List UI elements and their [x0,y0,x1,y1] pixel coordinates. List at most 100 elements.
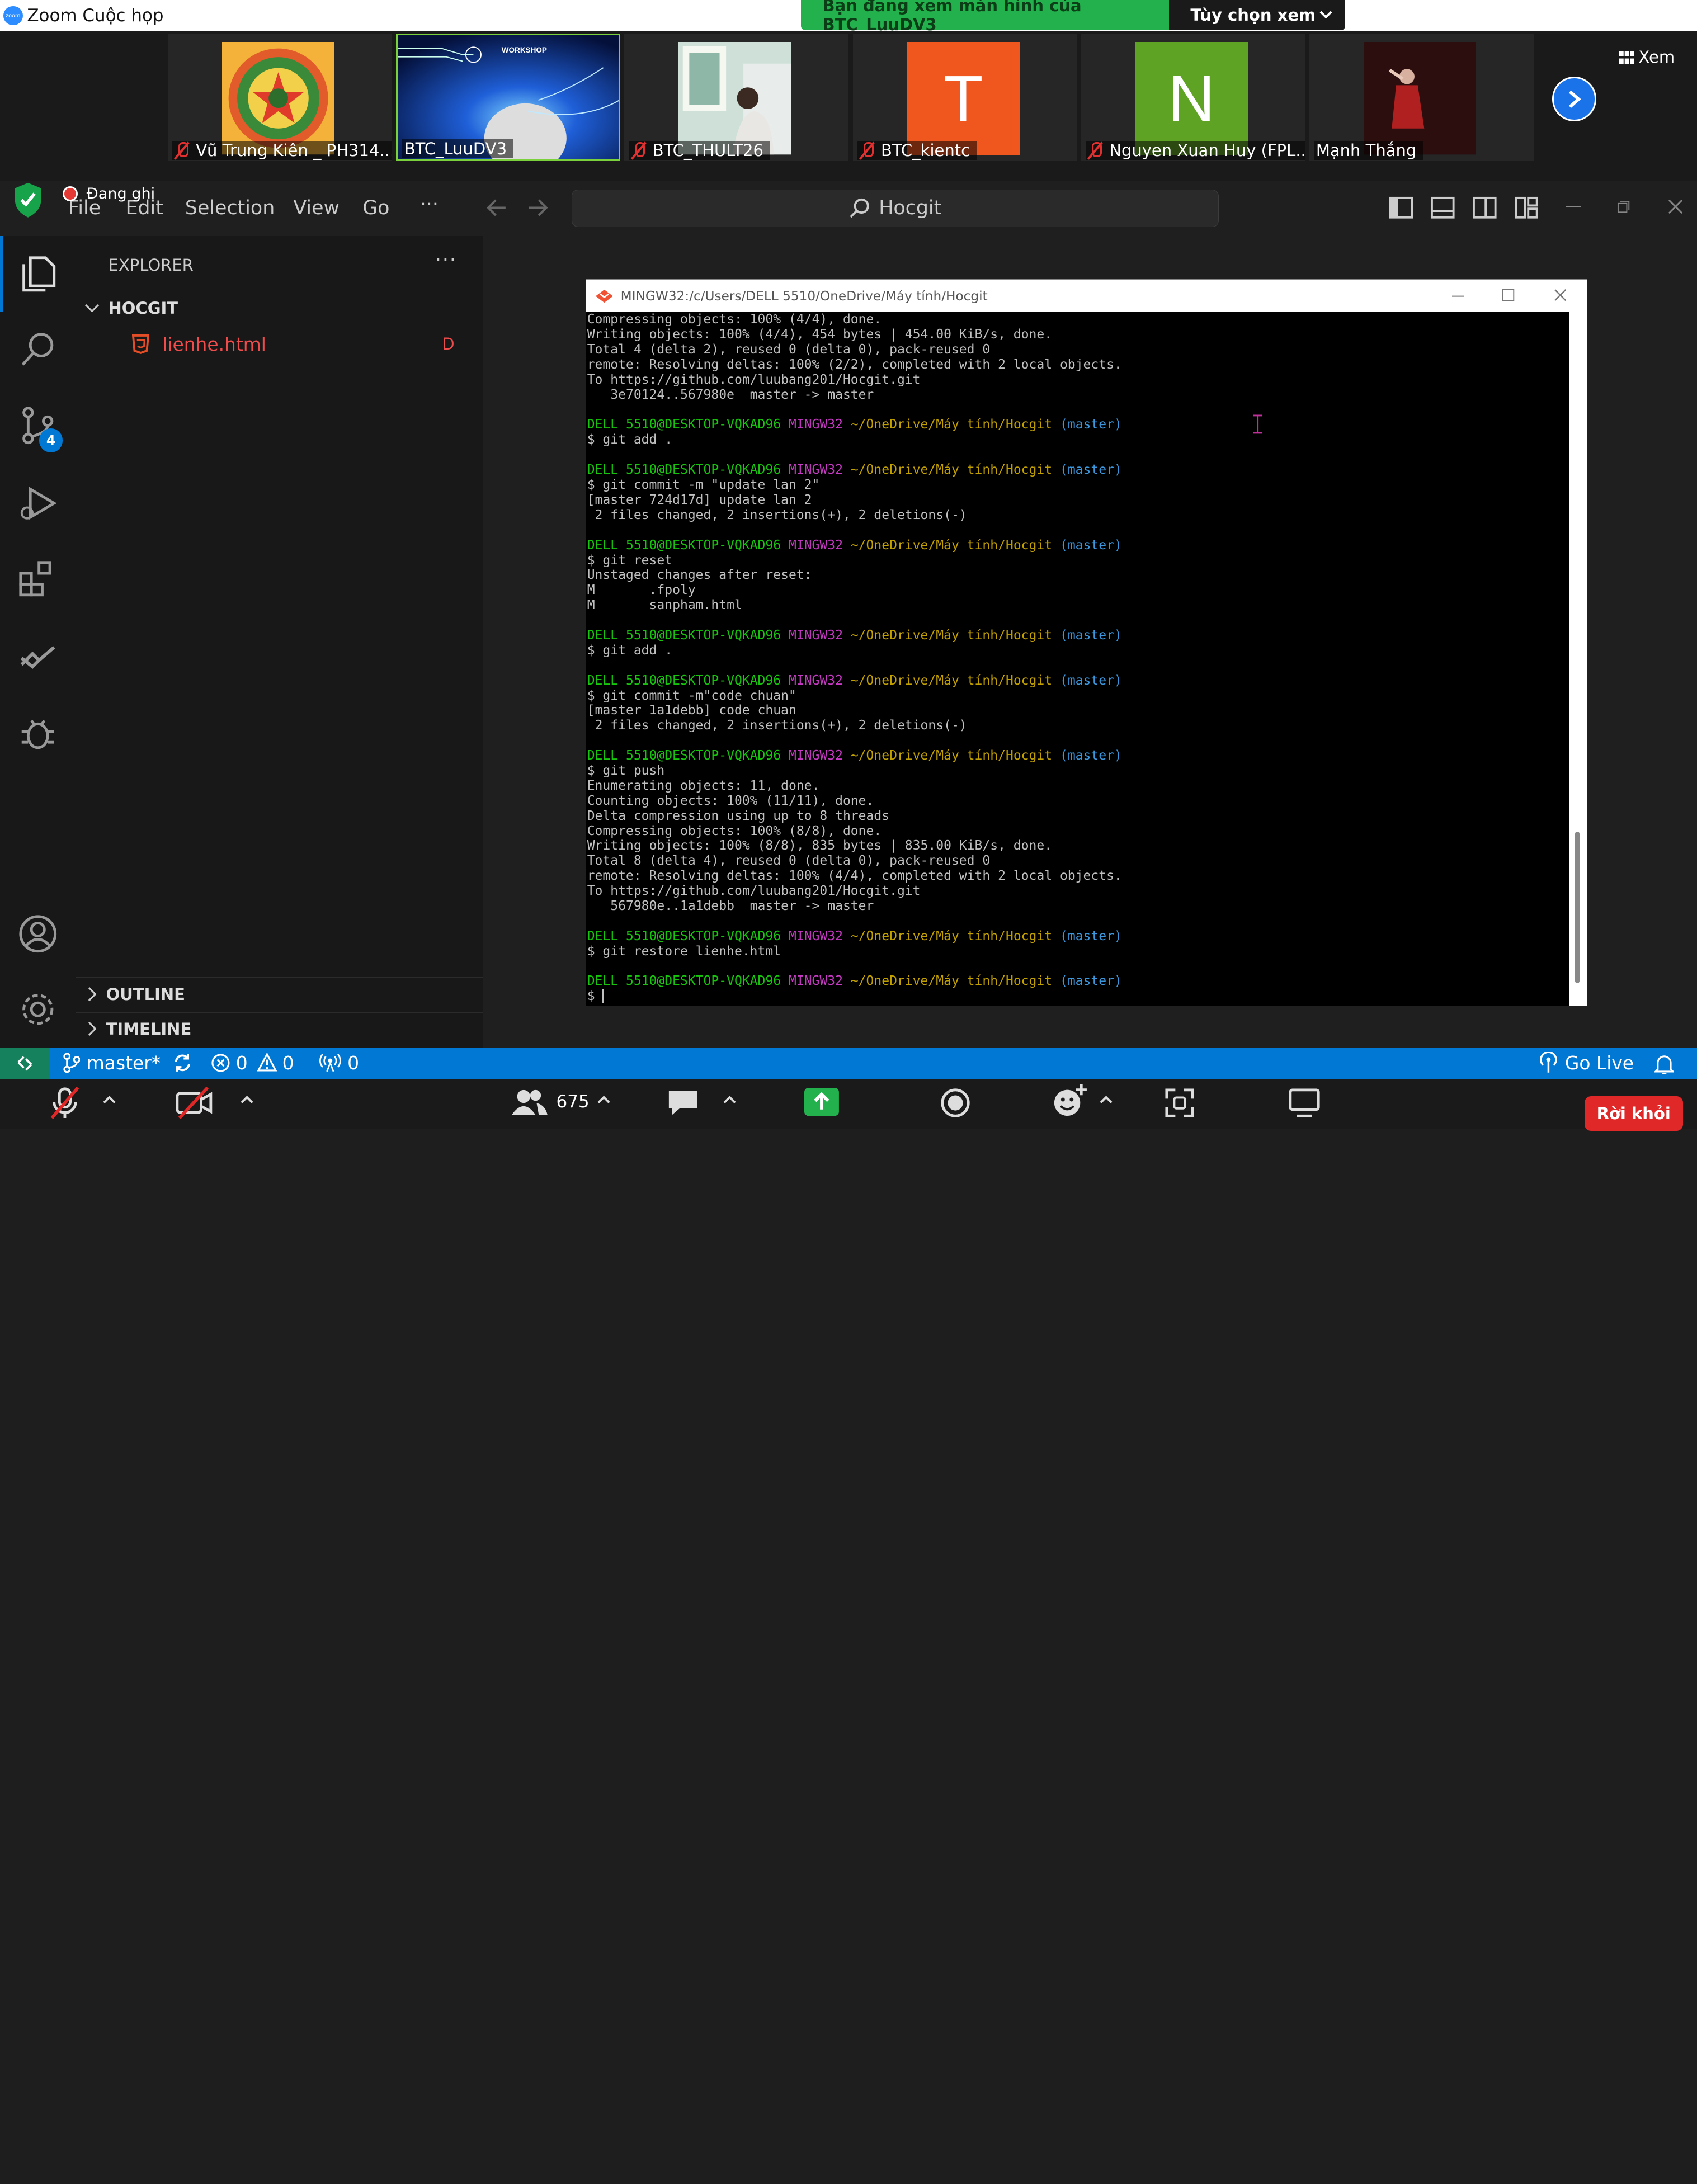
participant-tile[interactable]: Mạnh Thắng [1309,33,1534,162]
prompt-path: ~/OneDrive/Máy tính/Hocgit [842,628,1053,643]
chat-icon[interactable] [667,1088,699,1118]
terminal-prompt-line: DELL 5510@DESKTOP-VQKAD96 MINGW32 ~/OneD… [587,673,1569,688]
participant-gallery: Vũ Trung Kiên _ PH314... WORKSHOP BTC_Lu… [0,31,1697,181]
mic-muted-icon[interactable] [48,1086,82,1120]
explorer-files-icon[interactable] [17,253,59,295]
view-options-label: Tùy chọn xem [1190,6,1316,25]
maximize-icon[interactable] [1502,289,1515,301]
command-center-search[interactable]: Hocgit [571,189,1219,228]
zoom-logo-icon: zoom [3,6,23,26]
mingw-terminal-window[interactable]: MINGW32:/c/Users/DELL 5510/OneDrive/Máy … [585,279,1588,1007]
bell-icon[interactable] [1654,1053,1675,1075]
chevron-right-icon [88,1021,97,1036]
participant-tile[interactable]: BTC_THULT26 [624,33,848,162]
participant-tile[interactable]: Vũ Trung Kiên _ PH314... [167,33,392,162]
participant-name: BTC_kientc [857,141,977,161]
remote-explorer-icon[interactable] [17,636,59,678]
menu-more[interactable]: ··· [420,194,439,216]
scrollbar-thumb[interactable] [1575,832,1580,983]
close-icon[interactable] [1668,199,1683,214]
extensions-icon[interactable] [17,558,59,600]
participant-name: Vũ Trung Kiên _ PH314... [172,141,392,161]
participant-name: BTC_THULT26 [629,141,770,161]
terminal-line: Total 4 (delta 2), reused 0 (delta 0), p… [587,342,991,357]
file-name: lienhe.html [162,333,266,355]
grid-view-icon [1619,50,1634,64]
view-button[interactable]: Xem [1619,48,1675,67]
go-live-button[interactable]: Go Live [1539,1052,1634,1074]
chevron-up-icon[interactable] [596,1094,611,1105]
prompt-branch: (master) [1052,628,1122,643]
prompt-env: MINGW32 [781,463,843,478]
record-icon[interactable] [939,1087,972,1119]
prompt-user: DELL 5510@DESKTOP-VQKAD96 [587,463,781,478]
ports-indicator[interactable]: 0 [319,1052,359,1074]
letter-avatar: T [907,42,1020,155]
toggle-panel-icon[interactable] [1430,196,1455,220]
prompt-path: ~/OneDrive/Máy tính/Hocgit [842,748,1053,763]
view-options-dropdown[interactable]: Tùy chọn xem [1168,0,1346,31]
menu-selection[interactable]: Selection [185,197,275,219]
search-icon[interactable] [17,329,59,370]
apps-icon[interactable] [1165,1088,1195,1118]
terminal-prompt-line: DELL 5510@DESKTOP-VQKAD96 MINGW32 ~/OneD… [587,748,1569,763]
outline-section[interactable]: OUTLINE [87,985,185,1004]
participants-button[interactable]: 675 [511,1088,590,1116]
leave-meeting-button[interactable]: Rời khỏi [1584,1096,1683,1131]
accounts-icon[interactable] [17,913,59,955]
broadcast-icon [319,1053,341,1072]
back-arrow-icon[interactable] [486,198,508,218]
participant-tile[interactable]: T BTC_kientc [852,33,1077,162]
toggle-secondary-sidebar-icon[interactable] [1473,196,1497,220]
search-placeholder: Hocgit [879,197,942,220]
close-icon[interactable] [1554,289,1567,301]
chevron-up-icon[interactable] [722,1094,737,1105]
customize-layout-icon[interactable] [1515,196,1539,220]
video-off-icon[interactable] [175,1086,214,1120]
minimize-icon[interactable] [1451,290,1465,303]
terminal-line: Writing objects: 100% (4/4), 454 bytes |… [587,327,1053,342]
emblem-avatar-icon [221,42,334,155]
toggle-sidebar-icon[interactable] [1389,196,1413,220]
remote-indicator-button[interactable] [0,1047,50,1079]
explorer-more-button[interactable]: ··· [435,249,457,271]
chevron-up-icon[interactable] [1099,1094,1114,1105]
share-screen-icon[interactable] [804,1087,839,1116]
whiteboard-icon[interactable] [1288,1088,1321,1118]
go-live-broadcast-icon [1540,1051,1558,1073]
restore-icon[interactable] [1617,200,1630,213]
forward-arrow-icon[interactable] [527,198,549,218]
prompt-path: ~/OneDrive/Máy tính/Hocgit [842,673,1053,688]
chevron-up-icon[interactable] [102,1094,117,1105]
menu-go[interactable]: Go [362,197,389,219]
folder-hocgit[interactable]: HOCGIT [84,299,178,318]
terminal-prompt-line: DELL 5510@DESKTOP-VQKAD96 MINGW32 ~/OneD… [587,538,1569,553]
workshop-overlay-text: WORKSHOP [502,46,547,54]
terminal-line: 567980e..1a1debb master -> master [587,898,874,913]
terminal-line: M .fpoly [587,583,696,598]
gear-icon[interactable] [17,989,59,1030]
timeline-section[interactable]: TIMELINE [87,1020,191,1039]
chevron-up-icon[interactable] [239,1094,254,1105]
bug-icon[interactable] [17,712,59,753]
participant-tile-active[interactable]: WORKSHOP BTC_LuuDV3 [396,33,620,162]
prompt-user: DELL 5510@DESKTOP-VQKAD96 [587,974,781,989]
prompt-branch: (master) [1052,417,1122,432]
git-bash-icon [596,289,614,303]
terminal-output[interactable]: Compressing objects: 100% (4/4), done. Wr… [586,312,1569,1006]
chevron-down-icon [1319,11,1332,19]
run-debug-icon[interactable] [17,483,59,524]
participant-tile[interactable]: N Nguyen Xuan Huy (FPL... [1081,33,1305,162]
minimize-icon[interactable] [1566,205,1581,209]
sync-icon [175,1054,190,1072]
file-item-lienhe[interactable]: lienhe.html D [132,333,478,355]
reactions-icon[interactable] [1052,1083,1087,1118]
problems-indicator[interactable]: 0 0 [211,1052,294,1074]
menu-view[interactable]: View [293,197,340,219]
next-page-button[interactable] [1552,77,1596,121]
terminal-scrollbar[interactable] [1568,312,1587,1006]
mic-muted-icon [175,141,190,159]
branch-indicator[interactable]: master* [63,1052,193,1074]
